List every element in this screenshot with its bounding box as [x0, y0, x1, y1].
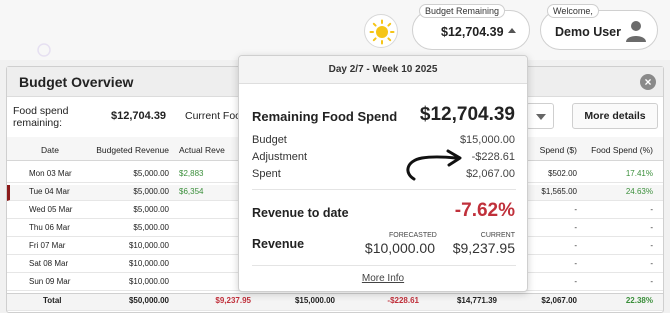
row-date: Fri 07 Mar	[29, 241, 66, 250]
sun-icon	[369, 19, 395, 45]
row-budgeted: $10,000.00	[128, 241, 169, 250]
divider	[252, 265, 516, 266]
row-pct: -	[650, 277, 653, 286]
revenue-label: Revenue	[252, 237, 305, 251]
col-food-spend-pct: Food Spend (%)	[591, 145, 653, 155]
revenue-to-date-label: Revenue to date	[252, 206, 349, 220]
more-details-button[interactable]: More details	[572, 103, 658, 129]
row-pct: 17.41%	[625, 169, 653, 178]
total-spend: $2,067.00	[541, 296, 577, 305]
remaining-food-spend-label: Remaining Food Spend	[252, 109, 398, 124]
food-spend-remaining-value: $12,704.39	[111, 110, 167, 122]
top-bar: Budget Remaining $12,704.39 Welcome, Dem…	[0, 0, 670, 60]
theme-toggle-button[interactable]	[364, 14, 398, 48]
budget-label: Budget	[252, 134, 287, 146]
row-budgeted: $5,000.00	[133, 205, 169, 214]
more-info-link[interactable]: More Info	[239, 273, 527, 284]
budget-remaining-widget[interactable]: Budget Remaining $12,704.39	[412, 4, 530, 50]
row-budgeted: $5,000.00	[133, 187, 169, 196]
period-dropdown[interactable]	[526, 103, 554, 129]
col-budgeted-revenue: Budgeted Revenue	[96, 145, 169, 155]
adjustment-label: Adjustment	[252, 151, 308, 163]
row-budgeted: $5,000.00	[133, 169, 169, 178]
row-budgeted: $10,000.00	[128, 259, 169, 268]
row-pct: -	[650, 259, 653, 268]
table-total-row: Total $50,000.00 $9,237.95 $15,000.00 -$…	[7, 293, 663, 311]
row-pct: -	[650, 205, 653, 214]
food-spend-remaining-label: Food spend remaining:	[13, 105, 69, 129]
forecasted-value: $10,000.00	[364, 240, 435, 256]
divider	[252, 189, 516, 190]
user-name: Demo User	[555, 25, 621, 39]
row-pct: 24.63%	[625, 187, 653, 196]
caret-up-icon	[508, 28, 516, 33]
current-value: $9,237.95	[452, 240, 515, 256]
day-detail-popover: Day 2/7 - Week 10 2025 Remaining Food Sp…	[238, 55, 528, 292]
revenue-to-date-value: -7.62%	[454, 200, 515, 221]
budget-remaining-value: $12,704.39	[441, 25, 504, 39]
chevron-down-icon	[536, 114, 546, 120]
row-date: Mon 03 Mar	[29, 169, 72, 178]
total-budget: $15,000.00	[294, 296, 335, 305]
spent-value: $2,067.00	[466, 168, 515, 180]
col-date: Date	[41, 145, 59, 155]
current-label: CURRENT	[480, 232, 515, 239]
user-icon	[626, 21, 646, 42]
row-date: Thu 06 Mar	[29, 223, 70, 232]
welcome-label: Welcome,	[547, 4, 599, 18]
close-icon[interactable]: ×	[640, 74, 656, 90]
row-budgeted: $5,000.00	[133, 223, 169, 232]
row-pct: -	[650, 223, 653, 232]
total-pct: 22.38%	[625, 296, 653, 305]
row-actual: $2,883	[179, 169, 204, 178]
remaining-food-spend-value: $12,704.39	[419, 104, 515, 125]
row-date: Sun 09 Mar	[29, 277, 71, 286]
row-date: Sat 08 Mar	[29, 259, 69, 268]
total-label: Total	[43, 296, 62, 305]
row-pct: -	[650, 241, 653, 250]
forecasted-label: FORECASTED	[389, 232, 437, 239]
total-remaining: $14,771.39	[456, 296, 497, 305]
total-actual: $9,237.95	[215, 296, 251, 305]
spent-label: Spent	[252, 168, 281, 180]
row-date: Wed 05 Mar	[29, 205, 73, 214]
adjustment-value: -$228.61	[471, 151, 515, 163]
logo-icon	[37, 43, 51, 57]
budget-value: $15,000.00	[459, 134, 515, 146]
col-actual-revenue: Actual Reve	[179, 145, 225, 155]
budget-remaining-label: Budget Remaining	[419, 4, 506, 18]
popover-header: Day 2/7 - Week 10 2025	[239, 56, 527, 84]
arrow-annotation-icon	[406, 149, 462, 181]
user-menu[interactable]: Welcome, Demo User	[540, 4, 658, 50]
row-date: Tue 04 Mar	[29, 187, 70, 196]
row-budgeted: $10,000.00	[128, 277, 169, 286]
total-budgeted: $50,000.00	[128, 296, 169, 305]
row-actual: $6,354	[179, 187, 204, 196]
total-adjustment: -$228.61	[387, 296, 419, 305]
panel-title: Budget Overview	[19, 74, 134, 90]
